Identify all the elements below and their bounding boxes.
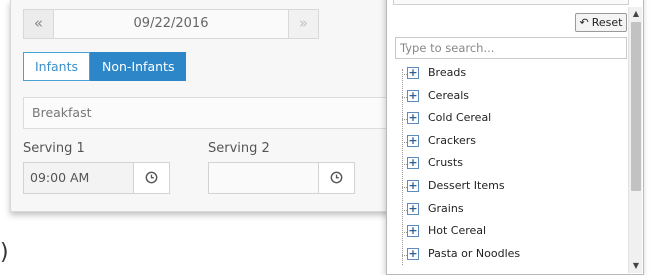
tree-item-hot-cereal[interactable]: + Hot Cereal: [387, 221, 627, 243]
serving-1-time-value[interactable]: 09:00 AM: [24, 163, 134, 193]
food-category-dropdown: ↶ Reset + Breads + Cereals + Cold Cereal: [386, 0, 644, 275]
tree-item-breads[interactable]: + Breads: [387, 63, 627, 85]
non-infants-toggle-button[interactable]: Non-Infants: [90, 52, 187, 81]
expand-icon[interactable]: +: [407, 202, 419, 215]
dropdown-header-edge: [393, 0, 629, 5]
reset-label: Reset: [591, 16, 623, 29]
tree-item-crackers[interactable]: + Crackers: [387, 131, 627, 153]
scrollbar-thumb[interactable]: [631, 22, 641, 191]
clock-icon: [330, 169, 343, 188]
serving-1-time-input[interactable]: 09:00 AM: [23, 162, 170, 194]
date-navigator: « 09/22/2016 »: [23, 9, 319, 39]
expand-icon[interactable]: +: [407, 247, 419, 260]
tree-item-dessert-items[interactable]: + Dessert Items: [387, 176, 627, 198]
expand-icon[interactable]: +: [407, 112, 419, 125]
current-date: 09/22/2016: [54, 10, 288, 38]
next-date-button[interactable]: »: [288, 10, 318, 38]
meal-type-field[interactable]: Breakfast: [23, 97, 395, 129]
stray-parenthesis: ): [0, 240, 9, 265]
tree-item-label: Breads: [428, 66, 467, 79]
serving-1-label: Serving 1: [23, 141, 85, 156]
scroll-up-arrow-icon[interactable]: ▲: [629, 7, 643, 21]
previous-date-button[interactable]: «: [24, 10, 54, 38]
serving-2-time-input[interactable]: [208, 162, 355, 194]
tree-item-label: Hot Cereal: [428, 224, 487, 238]
expand-icon[interactable]: +: [407, 67, 419, 79]
stage: « 09/22/2016 » Infants Non-Infants Break…: [0, 0, 651, 275]
tree-item-label: Grains: [428, 201, 464, 215]
expand-icon[interactable]: +: [407, 157, 419, 170]
expand-icon[interactable]: +: [407, 225, 419, 238]
tree-item-pasta-or-noodles[interactable]: + Pasta or Noodles: [387, 244, 627, 266]
tree-item-label: Crusts: [428, 156, 463, 170]
tree-item-grains[interactable]: + Grains: [387, 199, 627, 221]
serving-1-clock-button[interactable]: [133, 163, 169, 193]
search-input[interactable]: [395, 37, 627, 59]
scroll-down-arrow-icon[interactable]: ▼: [629, 259, 643, 273]
infants-toggle-button[interactable]: Infants: [23, 52, 91, 81]
serving-2-time-value[interactable]: [209, 163, 319, 193]
serving-2-clock-button[interactable]: [318, 163, 354, 193]
reset-button[interactable]: ↶ Reset: [575, 13, 627, 32]
serving-2-label: Serving 2: [208, 141, 270, 156]
tree-item-crusts[interactable]: + Crusts: [387, 153, 627, 175]
dropdown-scrollbar[interactable]: ▲ ▼: [628, 7, 642, 273]
meal-card: « 09/22/2016 » Infants Non-Infants Break…: [10, 0, 410, 212]
age-group-toggle: Infants Non-Infants: [23, 52, 187, 81]
tree-item-cereals[interactable]: + Cereals: [387, 86, 627, 108]
tree-item-label: Dessert Items: [428, 179, 505, 192]
clock-icon: [145, 169, 158, 188]
expand-icon[interactable]: +: [407, 180, 419, 192]
tree-item-label: Crackers: [428, 133, 476, 147]
expand-icon[interactable]: +: [407, 89, 419, 102]
tree-item-label: Cereals: [428, 88, 470, 102]
expand-icon[interactable]: +: [407, 134, 419, 147]
undo-icon: ↶: [579, 16, 589, 29]
tree-item-cold-cereal[interactable]: + Cold Cereal: [387, 108, 627, 130]
tree-item-label: Cold Cereal: [428, 111, 492, 125]
tree-item-label: Pasta or Noodles: [428, 246, 521, 260]
